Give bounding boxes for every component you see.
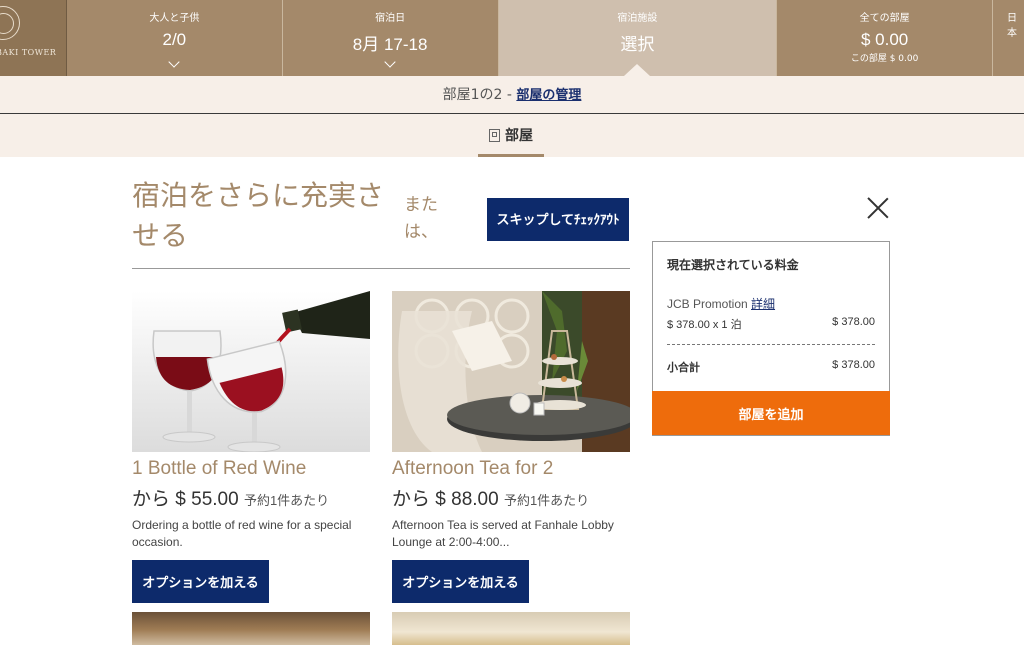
option-description: Ordering a bottle of red wine for a spec… [132,518,352,549]
rate-summary-panel: 現在選択されている料金 JCB Promotion 詳細 $ 378.00 x … [652,241,890,436]
room-progress-bar: 部屋1の2 - 部屋の管理 [0,76,1024,114]
hotel-logo[interactable]: BAKI TOWER [0,0,67,76]
logo-text: BAKI TOWER [0,48,57,57]
guests-value: 2/0 [162,30,187,49]
subtotal-row: 小合計 $ 378.00 [667,345,875,391]
subtotal-amount: $ 378.00 [832,359,875,371]
room-progress-text: 部屋1の2 - [442,87,517,103]
active-step-caret-icon [624,64,651,76]
option-card-afternoon-tea: Afternoon Tea for 2 から $ 88.00 予約1件あたり A… [392,291,630,603]
option-card-thumbnail [392,612,630,645]
this-room-total: この部屋 $ 0.00 [850,54,919,64]
total-label: 全ての部屋 [859,13,910,24]
afternoon-tea-photo [392,291,630,452]
option-price-unit: 予約1件あたり [503,493,590,508]
red-wine-photo [132,291,370,452]
dates-label: 宿泊日 [375,13,406,24]
rate-details-link[interactable]: 詳細 [751,297,775,311]
rate-name: JCB Promotion 詳細 [667,295,875,312]
option-card-red-wine: 1 Bottle of Red Wine から $ 55.00 予約1件あたり … [132,291,370,603]
option-price-value: から $ 88.00 [392,489,499,510]
option-description: Afternoon Tea is served at Fanhale Lobby… [392,518,614,549]
option-price: から $ 88.00 予約1件あたり [392,484,630,511]
tab-rooms[interactable]: 部屋 [478,114,544,157]
option-card-thumbnail [132,612,370,645]
option-price-unit: 予約1件あたり [243,493,330,508]
room-step-label: 宿泊施設 [617,13,658,24]
option-title: 1 Bottle of Red Wine [132,458,307,479]
option-price-value: から $ 55.00 [132,489,239,510]
chevron-down-icon [168,56,180,68]
dates-selector[interactable]: 宿泊日 8月 17-18 [283,0,499,76]
rate-line-amount: $ 378.00 [832,316,875,328]
logo-mark-icon [0,6,20,40]
rate-line-description: $ 378.00 x 1 泊 [667,319,742,331]
guests-label: 大人と子供 [149,13,200,24]
afternoon-tea-image [392,291,630,452]
red-wine-image [132,291,370,452]
tab-rooms-label: 部屋 [505,128,533,144]
summary-heading: 現在選択されている料金 [667,258,799,272]
page-title: 宿泊をさらに充実させる [132,179,385,252]
subtotal-label: 小合計 [667,361,700,374]
tab-bar: 部屋 [0,114,1024,157]
add-option-button[interactable]: オプションを加える [132,560,269,603]
room-step[interactable]: 宿泊施設 選択 [498,0,778,76]
total-value: $ 0.00 [860,30,909,49]
skip-to-checkout-button[interactable]: スキップしてﾁｪｯｸｱｳﾄ [487,198,629,241]
add-option-button[interactable]: オプションを加える [392,560,529,603]
rate-line: $ 378.00 x 1 泊 $ 378.00 [667,316,875,332]
language-label: 日本 [1007,13,1017,39]
manage-rooms-link[interactable]: 部屋の管理 [516,88,581,103]
or-text: または、 [404,195,438,242]
rate-name-text: JCB Promotion [667,297,752,311]
total-price-summary[interactable]: 全ての部屋 $ 0.00 この部屋 $ 0.00 [777,0,993,76]
dates-value: 8月 17-18 [352,35,428,54]
option-price: から $ 55.00 予約1件あたり [132,484,370,511]
close-icon[interactable] [866,196,890,220]
language-selector[interactable]: 日本 [993,0,1024,76]
guests-selector[interactable]: 大人と子供 2/0 [67,0,283,76]
chevron-down-icon [384,56,396,68]
building-icon [489,129,500,142]
option-title: Afternoon Tea for 2 [392,458,554,479]
booking-bar: BAKI TOWER 大人と子供 2/0 宿泊日 8月 17-18 宿泊施設 選… [0,0,1024,76]
room-step-value: 選択 [620,35,655,54]
add-room-button[interactable]: 部屋を追加 [652,391,890,435]
heading-divider [132,268,630,269]
